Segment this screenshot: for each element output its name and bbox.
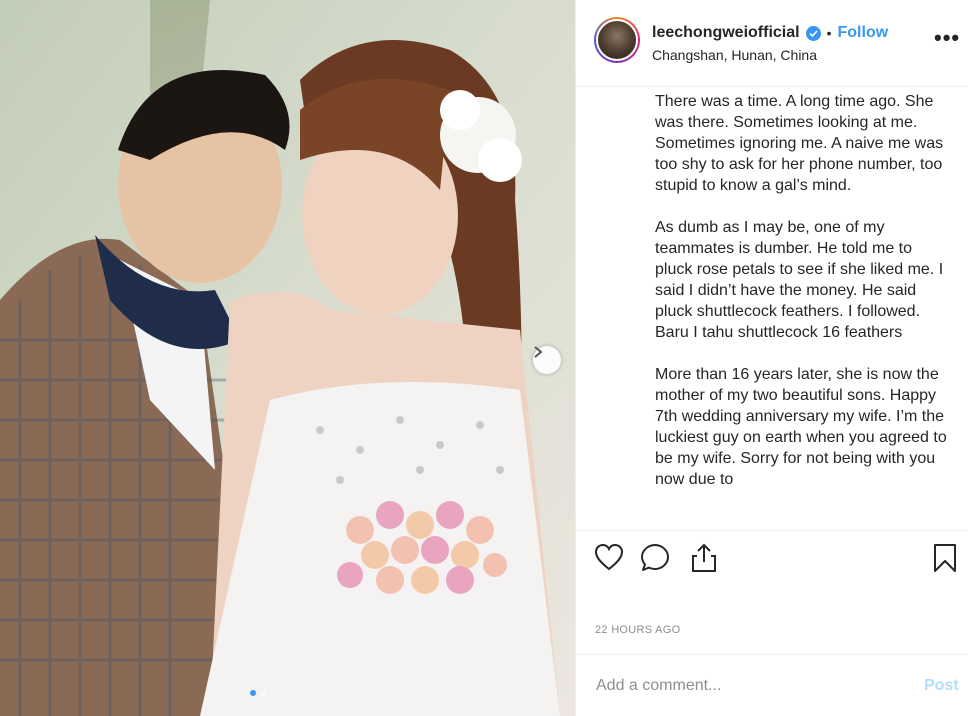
post-comment-button[interactable]: Post xyxy=(924,677,959,695)
post-timestamp[interactable]: 22 HOURS AGO xyxy=(595,624,681,636)
carousel-dot-active xyxy=(250,690,256,696)
caption-paragraph: More than 16 years later, she is now the… xyxy=(655,366,947,488)
post-actions xyxy=(576,530,968,586)
caption-paragraph: As dumb as I may be, one of my teammates… xyxy=(655,219,944,341)
carousel-dot xyxy=(260,690,266,696)
avatar[interactable] xyxy=(594,17,640,63)
username-link[interactable]: leechongweiofficial xyxy=(652,24,800,42)
separator-dot: • xyxy=(826,25,832,41)
avatar-image xyxy=(596,19,638,61)
comment-bar: Post xyxy=(576,654,968,716)
carousel-indicator xyxy=(250,690,266,696)
post-header: leechongweiofficial • Follow Changshan, … xyxy=(576,0,968,87)
follow-button[interactable]: Follow xyxy=(838,24,889,42)
bookmark-icon[interactable] xyxy=(932,543,958,578)
comment-bubble-icon[interactable] xyxy=(640,543,670,578)
post-caption: There was a time. A long time ago. She w… xyxy=(655,91,947,525)
username-row: leechongweiofficial • Follow xyxy=(652,24,888,42)
share-icon[interactable] xyxy=(690,543,718,578)
post-photo-illustration xyxy=(0,0,575,716)
location-link[interactable]: Changshan, Hunan, China xyxy=(652,47,817,63)
carousel-next-button[interactable] xyxy=(533,346,561,374)
caption-paragraph: There was a time. A long time ago. She w… xyxy=(655,93,944,194)
verified-badge-icon xyxy=(805,25,821,41)
heart-icon[interactable] xyxy=(594,543,624,576)
chevron-right-icon xyxy=(534,346,543,358)
post-details-panel: leechongweiofficial • Follow Changshan, … xyxy=(575,0,968,716)
more-options-button[interactable]: ••• xyxy=(934,27,960,49)
comment-input[interactable] xyxy=(594,673,908,699)
post-photo[interactable] xyxy=(0,0,575,716)
